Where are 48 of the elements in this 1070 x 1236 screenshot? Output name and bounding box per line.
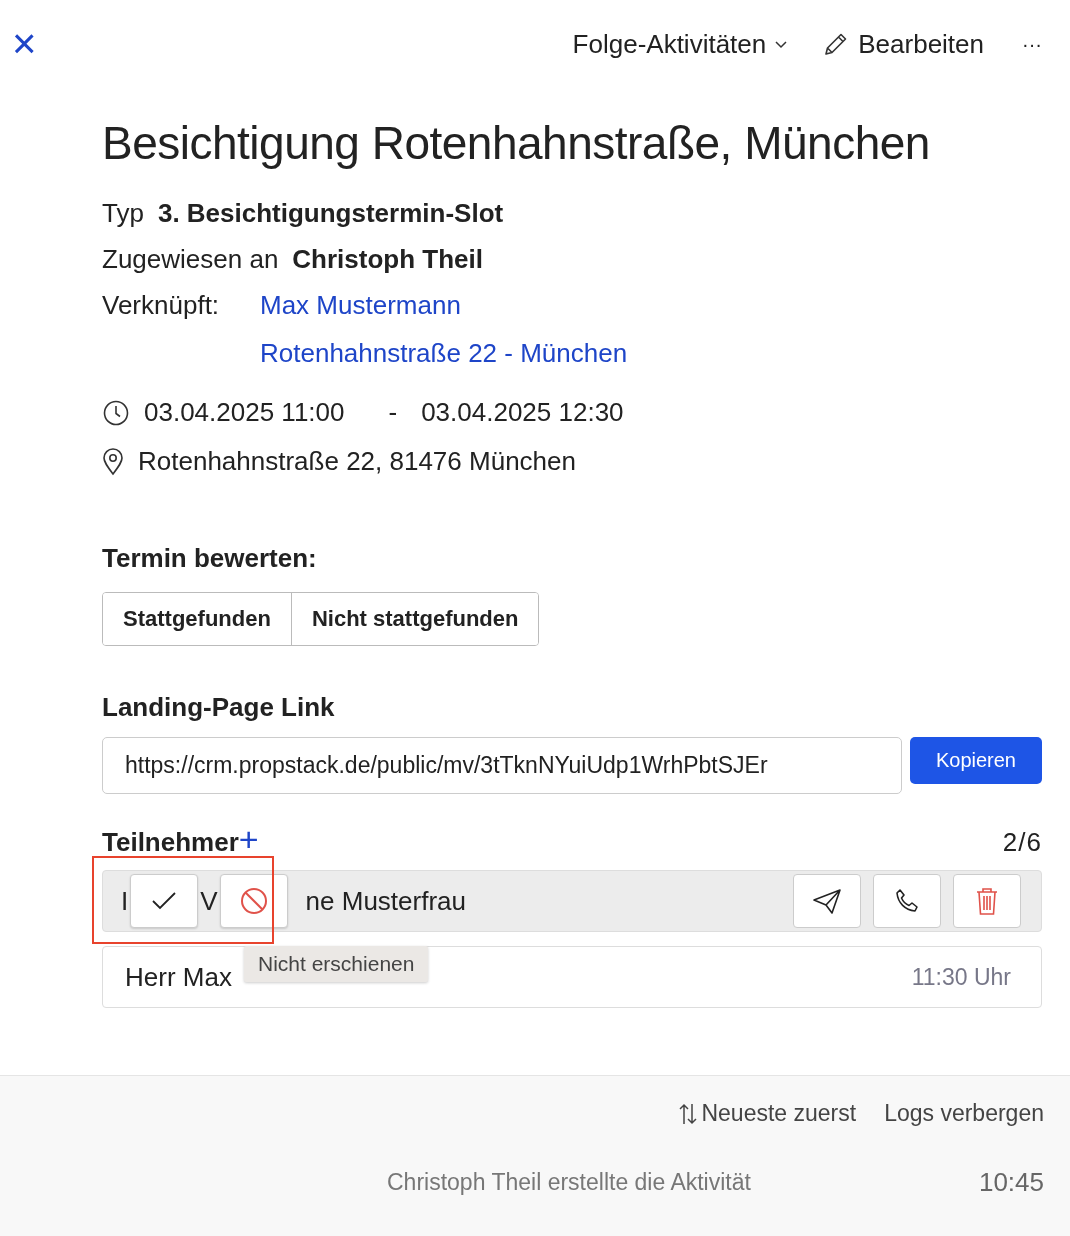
detail-label: Zugewiesen an (102, 244, 279, 275)
hide-logs-button[interactable]: Logs verbergen (884, 1100, 1044, 1127)
participants-heading: Teilnehmer (102, 827, 239, 857)
delete-button[interactable] (953, 874, 1021, 928)
edit-button[interactable]: Bearbeiten (822, 28, 984, 60)
location-pin-icon (102, 447, 124, 476)
send-button[interactable] (793, 874, 861, 928)
detail-label: Typ (102, 198, 144, 229)
close-button[interactable]: × (12, 23, 37, 65)
call-button[interactable] (873, 874, 941, 928)
more-button[interactable]: ··· (1022, 32, 1042, 56)
linked-label: Verknüpft: (102, 290, 221, 322)
log-time: 10:45 (978, 1167, 1044, 1198)
no-show-button[interactable] (219, 874, 288, 928)
rating-option[interactable]: Nicht stattgefunden (290, 593, 539, 645)
linked-link[interactable]: Max Mustermann (260, 290, 628, 321)
add-participant-button[interactable]: + (238, 820, 259, 858)
linked-link[interactable]: Rotenhahnstraße 22 - München (260, 338, 628, 369)
phone-icon (893, 887, 921, 915)
chevron-down-icon (774, 39, 789, 49)
rating-heading: Termin bewerten: (102, 543, 318, 574)
trash-icon (974, 886, 1000, 916)
participant-row[interactable]: I V ne Musterfrau (102, 870, 1042, 932)
participant-count: 2/6 (1002, 827, 1042, 858)
copy-button[interactable]: Kopieren (909, 737, 1042, 784)
prohibited-icon (239, 887, 268, 915)
participant-time: 11:30 Uhr (911, 963, 1011, 991)
clock-icon (102, 398, 130, 427)
paper-plane-icon (812, 887, 842, 915)
name-fragment: I (121, 885, 129, 917)
detail-value: 3. Besichtigungstermin-Slot (157, 198, 504, 229)
location-text: Rotenhahnstraße 22, 81476 München (138, 446, 576, 477)
log-entry: Christoph Theil erstellte die Aktivität (387, 1169, 751, 1196)
name-fragment: V (200, 885, 218, 917)
start-time: 03.04.2025 11:00 (144, 397, 345, 428)
end-time: 03.04.2025 12:30 (421, 397, 624, 428)
participant-name: Herr Max (125, 961, 232, 993)
landing-heading: Landing-Page Link (102, 692, 336, 723)
follow-up-dropdown[interactable]: Folge-Aktivitäten (572, 28, 789, 60)
tooltip: Nicht erschienen (244, 946, 429, 982)
sort-arrows-icon (679, 1101, 698, 1126)
activity-title: Besichtigung Rotenhahnstraße, München (102, 116, 931, 170)
sort-button[interactable]: Neueste zuerst (679, 1100, 857, 1127)
detail-value: Christoph Theil (292, 244, 483, 275)
time-separator: - (388, 397, 398, 428)
checkmark-icon (151, 891, 178, 911)
url-field[interactable]: https://crm.propstack.de/public/mv/3tTknNYuiUdp1WrhPbtSJEr (102, 737, 902, 794)
participant-name: ne Musterfrau (305, 885, 466, 917)
